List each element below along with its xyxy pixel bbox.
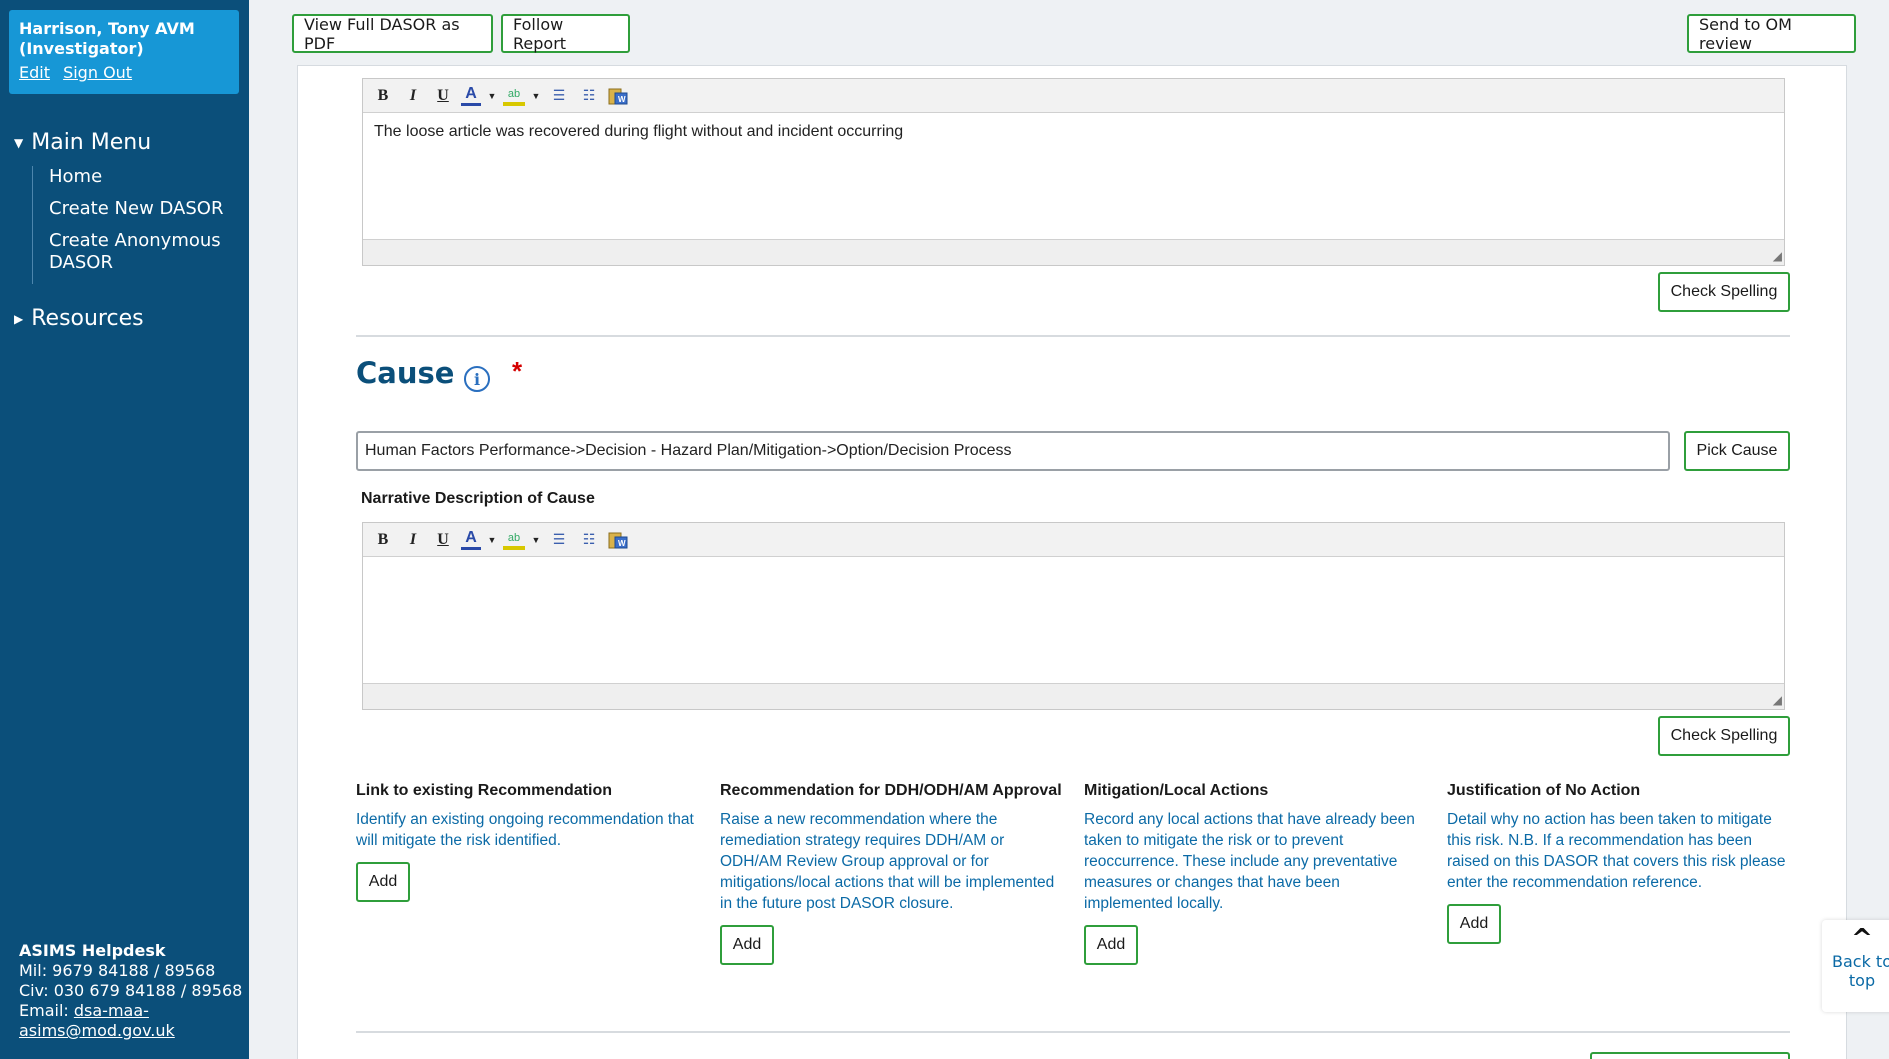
svg-text:W: W [618,95,626,104]
check-spelling-button-1[interactable]: Check Spelling [1658,272,1790,312]
font-color-icon[interactable]: A [461,529,481,550]
bold-icon[interactable]: B [371,84,395,108]
numbered-list-icon[interactable]: ☷ [577,84,601,108]
partial-button-bottom[interactable] [1590,1052,1790,1059]
cause-heading: Cause [356,356,455,390]
resize-handle-icon[interactable]: ◢ [1773,693,1782,707]
action-title: Recommendation for DDH/ODH/AM Approval [720,782,1062,799]
add-mitigation-button[interactable]: Add [1084,925,1138,965]
action-title: Justification of No Action [1447,782,1641,799]
paste-word-icon[interactable]: W [607,530,629,550]
main-menu-toggle[interactable]: ▼ Main Menu [14,130,151,155]
italic-icon[interactable]: I [401,84,425,108]
menu-item-home[interactable]: Home [49,166,229,188]
action-description: Identify an existing ongoing recommendat… [356,811,694,849]
editor-statusbar: ◢ [363,239,1784,265]
main-menu-title: Main Menu [31,130,152,155]
editor-statusbar: ◢ [363,683,1784,709]
narrative-cause-editor[interactable]: B I U A ▼ ab ▼ ☰ ☷ W ◢ [362,522,1785,710]
resize-handle-icon[interactable]: ◢ [1773,249,1782,263]
action-description: Record any local actions that have alrea… [1084,811,1415,912]
section-divider-bottom [356,1031,1790,1033]
highlight-icon[interactable]: ab [503,86,525,106]
helpdesk-civ-phone: Civ: 030 679 84188 / 89568 [19,981,243,1000]
bullet-list-icon[interactable]: ☰ [547,84,571,108]
underline-icon[interactable]: U [431,528,455,552]
sidebar: Harrison, Tony AVM (Investigator) Edit S… [0,0,249,1059]
numbered-list-icon[interactable]: ☷ [577,528,601,552]
chevron-down-icon[interactable]: ▼ [487,84,497,108]
cause-input[interactable] [356,431,1670,471]
follow-report-button[interactable]: Follow Report [501,14,630,53]
svg-text:W: W [618,539,626,548]
send-to-om-review-button[interactable]: Send to OM review [1687,14,1856,53]
action-title: Mitigation/Local Actions [1084,782,1269,799]
highlight-icon[interactable]: ab [503,530,525,550]
font-color-icon[interactable]: A [461,85,481,106]
check-spelling-button-2[interactable]: Check Spelling [1658,716,1790,756]
underline-icon[interactable]: U [431,84,455,108]
user-panel: Harrison, Tony AVM (Investigator) Edit S… [9,10,239,94]
menu-item-create-new-dasor[interactable]: Create New DASOR [49,198,229,220]
add-justification-button[interactable]: Add [1447,904,1501,944]
narrative-label: Narrative Description of Cause [361,490,595,507]
helpdesk-mil-phone: Mil: 9679 84188 / 89568 [19,961,216,980]
editor-toolbar: B I U A ▼ ab ▼ ☰ ☷ W [363,523,1784,557]
paste-word-icon[interactable]: W [607,86,629,106]
add-new-recommendation-button[interactable]: Add [720,925,774,965]
back-to-top-label: Back to top [1832,952,1889,990]
bold-icon[interactable]: B [371,528,395,552]
info-icon[interactable]: i [464,366,490,392]
editor-toolbar: B I U A ▼ ab ▼ ☰ ☷ W [363,79,1784,113]
action-link-recommendation: Link to existing Recommendation Identify… [356,780,701,902]
chevron-down-icon[interactable]: ▼ [531,84,541,108]
required-marker: * [512,356,523,386]
action-description: Raise a new recommendation where the rem… [720,811,1055,912]
chevron-down-icon[interactable]: ▼ [487,528,497,552]
chevron-up-icon: ^ [1851,924,1873,954]
resources-toggle[interactable]: ▶ Resources [14,306,144,331]
caret-right-icon: ▶ [14,311,24,326]
helpdesk-email-label: Email: [19,1001,74,1020]
section-divider [356,335,1790,337]
resources-title: Resources [31,306,144,331]
user-name: Harrison, Tony AVM (Investigator) [19,19,195,58]
chevron-down-icon[interactable]: ▼ [531,528,541,552]
action-mitigation-local: Mitigation/Local Actions Record any loca… [1084,780,1429,965]
back-to-top-button[interactable]: ^ Back to top [1822,920,1889,1012]
action-description: Detail why no action has been taken to m… [1447,811,1786,891]
main-menu-list: Home Create New DASOR Create Anonymous D… [32,166,229,284]
action-new-recommendation: Recommendation for DDH/ODH/AM Approval R… [720,780,1065,965]
caret-down-icon: ▼ [14,135,24,150]
action-title: Link to existing Recommendation [356,782,613,799]
view-pdf-button[interactable]: View Full DASOR as PDF [292,14,493,53]
sign-out-link[interactable]: Sign Out [63,63,132,82]
action-justification-no-action: Justification of No Action Detail why no… [1447,780,1792,944]
add-link-recommendation-button[interactable]: Add [356,862,410,902]
italic-icon[interactable]: I [401,528,425,552]
pick-cause-button[interactable]: Pick Cause [1684,431,1790,471]
helpdesk-info: ASIMS Helpdesk Mil: 9679 84188 / 89568 C… [19,941,242,1041]
helpdesk-title: ASIMS Helpdesk [19,941,166,960]
previous-narrative-editor[interactable]: B I U A ▼ ab ▼ ☰ ☷ W The loose article w… [362,78,1785,266]
menu-item-create-anonymous-dasor[interactable]: Create Anonymous DASOR [49,230,229,274]
editor-content[interactable]: The loose article was recovered during f… [363,113,1784,151]
edit-profile-link[interactable]: Edit [19,63,50,82]
bullet-list-icon[interactable]: ☰ [547,528,571,552]
editor-content[interactable] [363,557,1784,577]
